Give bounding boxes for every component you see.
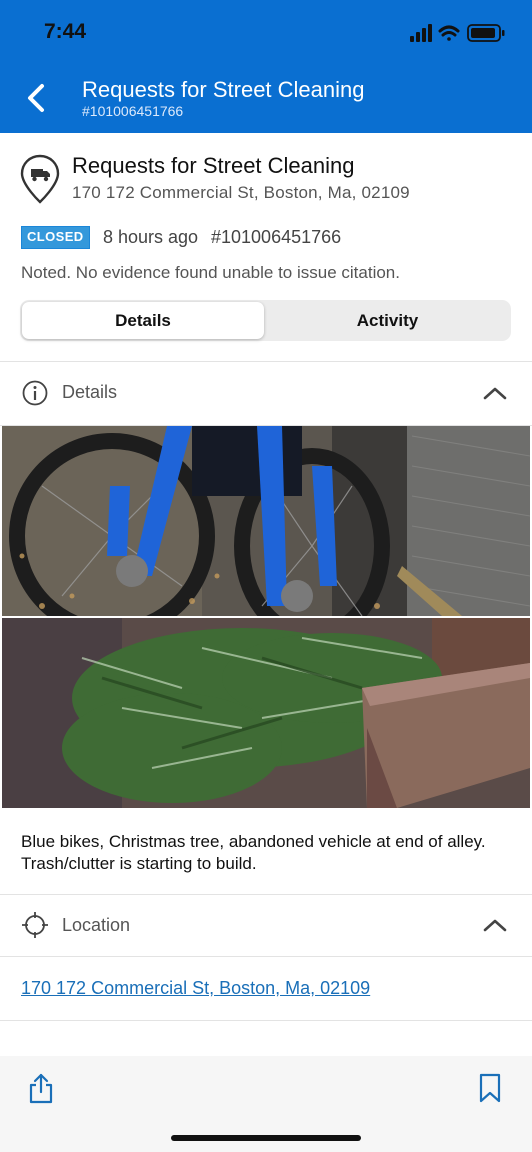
back-button[interactable]: [22, 80, 52, 116]
request-address: 170 172 Commercial St, Boston, Ma, 02109: [72, 183, 410, 202]
status-badge: CLOSED: [21, 226, 90, 249]
divider: [0, 361, 532, 362]
location-link[interactable]: 170 172 Commercial St, Boston, Ma, 02109: [21, 978, 370, 999]
divider: [0, 956, 532, 957]
divider: [0, 1020, 532, 1021]
home-indicator: [171, 1135, 361, 1141]
request-time-ago: 8 hours ago: [103, 227, 199, 247]
share-icon[interactable]: [28, 1072, 54, 1104]
crosshair-icon: [22, 912, 48, 938]
location-section-label: Location: [62, 915, 131, 935]
status-icons: [410, 24, 505, 42]
request-id: #101006451766: [211, 227, 342, 247]
bookmark-icon[interactable]: [478, 1073, 502, 1103]
details-section-label: Details: [62, 382, 118, 402]
signal-icon: [410, 24, 432, 42]
info-icon: [22, 380, 48, 406]
photo-christmas-tree[interactable]: [2, 618, 530, 808]
nav-subtitle: #101006451766: [82, 103, 184, 119]
nav-title: Requests for Street Cleaning: [82, 77, 365, 102]
divider: [0, 894, 532, 895]
tab-details[interactable]: Details: [22, 302, 264, 339]
chevron-up-icon[interactable]: [482, 385, 508, 401]
status-time: 7:44: [44, 20, 87, 43]
tab-switcher: Details Activity: [20, 300, 511, 341]
battery-icon: [467, 24, 505, 42]
wifi-icon: [438, 25, 460, 41]
request-title: Requests for Street Cleaning: [72, 153, 355, 178]
request-note: Noted. No evidence found unable to issue…: [21, 263, 400, 282]
tab-activity[interactable]: Activity: [266, 302, 509, 339]
request-description: Blue bikes, Christmas tree, abandoned ve…: [21, 832, 486, 873]
truck-pin-icon: [20, 154, 60, 204]
chevron-up-icon[interactable]: [482, 917, 508, 933]
app-header: 7:44 Requests for Street Cleaning #10100…: [0, 0, 532, 133]
photo-bikes[interactable]: [2, 426, 530, 616]
